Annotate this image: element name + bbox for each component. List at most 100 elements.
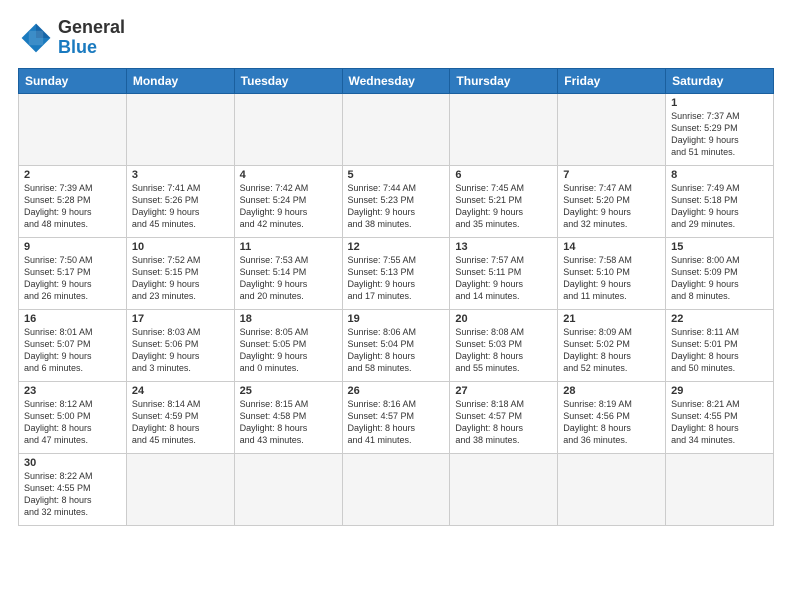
calendar-header-row: SundayMondayTuesdayWednesdayThursdayFrid… [19,68,774,93]
day-number: 23 [24,385,121,397]
calendar-cell-3-3: 11Sunrise: 7:53 AM Sunset: 5:14 PM Dayli… [234,237,342,309]
day-number: 14 [563,241,660,253]
calendar-cell-6-1: 30Sunrise: 8:22 AM Sunset: 4:55 PM Dayli… [19,453,127,525]
logo: General Blue [18,18,125,58]
calendar-week-4: 16Sunrise: 8:01 AM Sunset: 5:07 PM Dayli… [19,309,774,381]
calendar-week-3: 9Sunrise: 7:50 AM Sunset: 5:17 PM Daylig… [19,237,774,309]
calendar-cell-4-6: 21Sunrise: 8:09 AM Sunset: 5:02 PM Dayli… [558,309,666,381]
day-number: 30 [24,457,121,469]
day-info: Sunrise: 7:57 AM Sunset: 5:11 PM Dayligh… [455,254,552,303]
day-number: 17 [132,313,229,325]
calendar-header-saturday: Saturday [666,68,774,93]
day-info: Sunrise: 7:44 AM Sunset: 5:23 PM Dayligh… [348,182,445,231]
day-number: 24 [132,385,229,397]
calendar-cell-2-3: 4Sunrise: 7:42 AM Sunset: 5:24 PM Daylig… [234,165,342,237]
calendar-week-2: 2Sunrise: 7:39 AM Sunset: 5:28 PM Daylig… [19,165,774,237]
calendar-cell-5-4: 26Sunrise: 8:16 AM Sunset: 4:57 PM Dayli… [342,381,450,453]
calendar-cell-6-6 [558,453,666,525]
day-number: 1 [671,97,768,109]
day-number: 8 [671,169,768,181]
page: General Blue SundayMondayTuesdayWednesda… [0,0,792,612]
calendar-cell-4-3: 18Sunrise: 8:05 AM Sunset: 5:05 PM Dayli… [234,309,342,381]
calendar-cell-5-7: 29Sunrise: 8:21 AM Sunset: 4:55 PM Dayli… [666,381,774,453]
calendar-cell-1-6 [558,93,666,165]
day-number: 20 [455,313,552,325]
day-info: Sunrise: 7:53 AM Sunset: 5:14 PM Dayligh… [240,254,337,303]
day-number: 13 [455,241,552,253]
day-number: 19 [348,313,445,325]
calendar-cell-4-5: 20Sunrise: 8:08 AM Sunset: 5:03 PM Dayli… [450,309,558,381]
calendar-header-wednesday: Wednesday [342,68,450,93]
calendar-cell-1-7: 1Sunrise: 7:37 AM Sunset: 5:29 PM Daylig… [666,93,774,165]
calendar-cell-3-7: 15Sunrise: 8:00 AM Sunset: 5:09 PM Dayli… [666,237,774,309]
day-info: Sunrise: 8:00 AM Sunset: 5:09 PM Dayligh… [671,254,768,303]
day-number: 22 [671,313,768,325]
day-info: Sunrise: 7:55 AM Sunset: 5:13 PM Dayligh… [348,254,445,303]
day-number: 28 [563,385,660,397]
day-info: Sunrise: 7:39 AM Sunset: 5:28 PM Dayligh… [24,182,121,231]
calendar-cell-5-1: 23Sunrise: 8:12 AM Sunset: 5:00 PM Dayli… [19,381,127,453]
day-info: Sunrise: 8:19 AM Sunset: 4:56 PM Dayligh… [563,398,660,447]
calendar-cell-5-3: 25Sunrise: 8:15 AM Sunset: 4:58 PM Dayli… [234,381,342,453]
day-info: Sunrise: 7:58 AM Sunset: 5:10 PM Dayligh… [563,254,660,303]
calendar-cell-6-3 [234,453,342,525]
day-info: Sunrise: 8:12 AM Sunset: 5:00 PM Dayligh… [24,398,121,447]
calendar-header-sunday: Sunday [19,68,127,93]
header: General Blue [18,18,774,58]
calendar-header-friday: Friday [558,68,666,93]
logo-text-general: General [58,18,125,38]
calendar-cell-2-1: 2Sunrise: 7:39 AM Sunset: 5:28 PM Daylig… [19,165,127,237]
calendar-cell-2-2: 3Sunrise: 7:41 AM Sunset: 5:26 PM Daylig… [126,165,234,237]
day-info: Sunrise: 8:22 AM Sunset: 4:55 PM Dayligh… [24,470,121,519]
day-number: 15 [671,241,768,253]
day-info: Sunrise: 7:37 AM Sunset: 5:29 PM Dayligh… [671,110,768,159]
day-number: 11 [240,241,337,253]
calendar-cell-2-7: 8Sunrise: 7:49 AM Sunset: 5:18 PM Daylig… [666,165,774,237]
day-info: Sunrise: 7:42 AM Sunset: 5:24 PM Dayligh… [240,182,337,231]
day-info: Sunrise: 8:03 AM Sunset: 5:06 PM Dayligh… [132,326,229,375]
day-info: Sunrise: 8:09 AM Sunset: 5:02 PM Dayligh… [563,326,660,375]
calendar-table: SundayMondayTuesdayWednesdayThursdayFrid… [18,68,774,526]
calendar-header-monday: Monday [126,68,234,93]
calendar-cell-1-4 [342,93,450,165]
day-number: 5 [348,169,445,181]
day-info: Sunrise: 8:01 AM Sunset: 5:07 PM Dayligh… [24,326,121,375]
calendar-cell-6-5 [450,453,558,525]
day-number: 4 [240,169,337,181]
day-number: 29 [671,385,768,397]
day-info: Sunrise: 7:49 AM Sunset: 5:18 PM Dayligh… [671,182,768,231]
calendar-week-1: 1Sunrise: 7:37 AM Sunset: 5:29 PM Daylig… [19,93,774,165]
calendar-cell-6-7 [666,453,774,525]
day-number: 27 [455,385,552,397]
calendar-cell-6-2 [126,453,234,525]
calendar-cell-3-6: 14Sunrise: 7:58 AM Sunset: 5:10 PM Dayli… [558,237,666,309]
day-info: Sunrise: 8:05 AM Sunset: 5:05 PM Dayligh… [240,326,337,375]
day-number: 25 [240,385,337,397]
calendar-cell-6-4 [342,453,450,525]
day-number: 7 [563,169,660,181]
day-info: Sunrise: 7:47 AM Sunset: 5:20 PM Dayligh… [563,182,660,231]
calendar-cell-2-4: 5Sunrise: 7:44 AM Sunset: 5:23 PM Daylig… [342,165,450,237]
day-number: 16 [24,313,121,325]
calendar-cell-4-1: 16Sunrise: 8:01 AM Sunset: 5:07 PM Dayli… [19,309,127,381]
calendar-cell-1-3 [234,93,342,165]
day-number: 21 [563,313,660,325]
day-number: 10 [132,241,229,253]
calendar-week-6: 30Sunrise: 8:22 AM Sunset: 4:55 PM Dayli… [19,453,774,525]
calendar-cell-5-6: 28Sunrise: 8:19 AM Sunset: 4:56 PM Dayli… [558,381,666,453]
day-info: Sunrise: 8:08 AM Sunset: 5:03 PM Dayligh… [455,326,552,375]
calendar-week-5: 23Sunrise: 8:12 AM Sunset: 5:00 PM Dayli… [19,381,774,453]
calendar-cell-3-4: 12Sunrise: 7:55 AM Sunset: 5:13 PM Dayli… [342,237,450,309]
calendar-cell-3-1: 9Sunrise: 7:50 AM Sunset: 5:17 PM Daylig… [19,237,127,309]
day-number: 18 [240,313,337,325]
day-number: 26 [348,385,445,397]
calendar-cell-5-5: 27Sunrise: 8:18 AM Sunset: 4:57 PM Dayli… [450,381,558,453]
day-info: Sunrise: 8:21 AM Sunset: 4:55 PM Dayligh… [671,398,768,447]
calendar-cell-2-5: 6Sunrise: 7:45 AM Sunset: 5:21 PM Daylig… [450,165,558,237]
calendar-cell-4-4: 19Sunrise: 8:06 AM Sunset: 5:04 PM Dayli… [342,309,450,381]
calendar-cell-1-5 [450,93,558,165]
calendar-header-tuesday: Tuesday [234,68,342,93]
day-info: Sunrise: 7:41 AM Sunset: 5:26 PM Dayligh… [132,182,229,231]
logo-text-blue: Blue [58,38,125,58]
calendar-cell-4-2: 17Sunrise: 8:03 AM Sunset: 5:06 PM Dayli… [126,309,234,381]
